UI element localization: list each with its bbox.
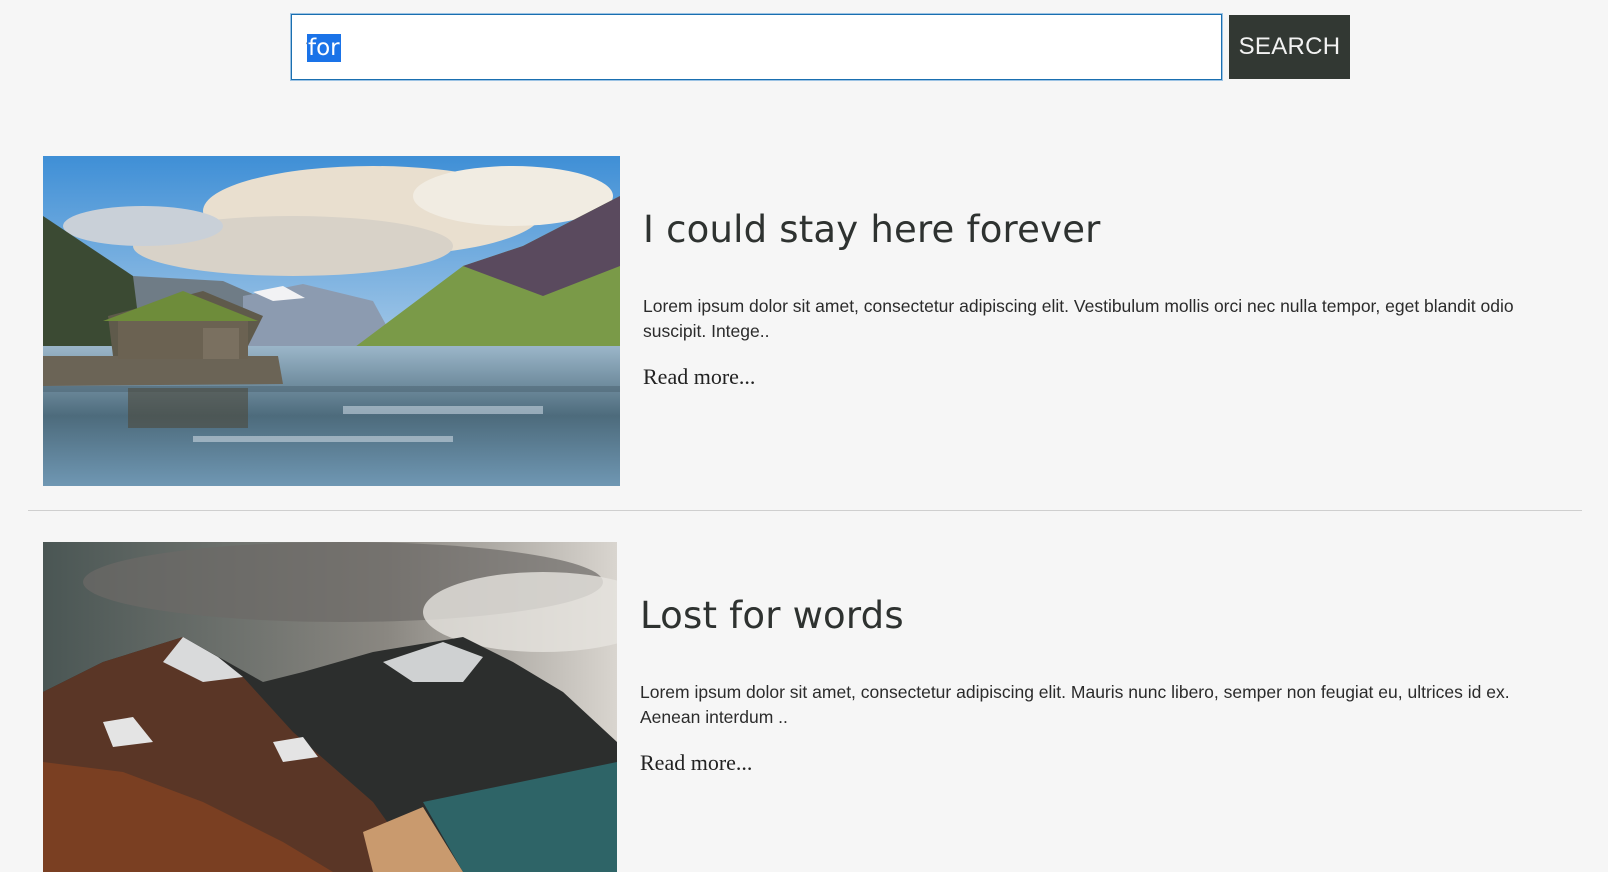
search-input[interactable] xyxy=(306,15,1186,81)
article-divider xyxy=(28,510,1582,511)
article-title[interactable]: Lost for words xyxy=(640,594,904,637)
article-title[interactable]: I could stay here forever xyxy=(643,208,1101,251)
article-excerpt: Lorem ipsum dolor sit amet, consectetur … xyxy=(640,682,1510,727)
read-more-link[interactable]: Read more... xyxy=(640,750,752,776)
article-excerpt: Lorem ipsum dolor sit amet, consectetur … xyxy=(643,296,1514,341)
search-button[interactable]: SEARCH xyxy=(1229,15,1350,79)
article-thumbnail-mountains[interactable] xyxy=(43,542,617,872)
search-field[interactable]: for xyxy=(290,13,1223,81)
lake-boathouse-image xyxy=(43,156,620,486)
article-card: I could stay here forever Lorem ipsum do… xyxy=(43,156,1583,486)
article-thumbnail-lake-boathouse[interactable] xyxy=(43,156,620,486)
read-more-link[interactable]: Read more... xyxy=(643,364,755,390)
mountain-fjord-image xyxy=(43,542,617,872)
article-card: Lost for words Lorem ipsum dolor sit ame… xyxy=(43,542,1583,872)
search-bar: for SEARCH xyxy=(290,13,1350,81)
